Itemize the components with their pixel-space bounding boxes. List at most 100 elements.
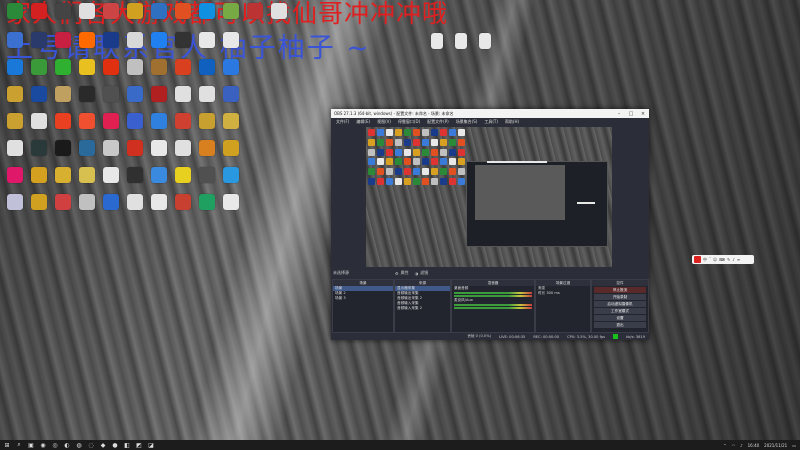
- desktop-app-icon[interactable]: [77, 59, 96, 75]
- desktop-app-icon[interactable]: [101, 32, 120, 48]
- desktop-app-icon[interactable]: [29, 86, 48, 102]
- desktop-app-icon[interactable]: [29, 167, 48, 183]
- desktop-app-icon[interactable]: [77, 113, 96, 129]
- desktop-app-icon[interactable]: [77, 3, 96, 19]
- desktop-app-icon[interactable]: [125, 167, 144, 183]
- taskbar-app-button[interactable]: ●: [110, 441, 120, 449]
- taskbar-app-button[interactable]: ◌: [86, 441, 96, 449]
- transition-duration[interactable]: 时长 300 ms: [536, 291, 590, 296]
- desktop-app-icon[interactable]: [149, 59, 168, 75]
- desktop-app-icon[interactable]: [53, 167, 72, 183]
- desktop-app-icon[interactable]: [5, 194, 24, 210]
- ime-toolbar-item[interactable]: ☺: [713, 257, 717, 262]
- desktop-app-icon[interactable]: [173, 32, 192, 48]
- obs-menu-item[interactable]: 文件(F): [336, 119, 349, 125]
- desktop-app-icon[interactable]: [53, 3, 72, 19]
- ime-toolbar-item[interactable]: ⌨: [719, 257, 725, 262]
- taskbar-app-button[interactable]: ◍: [74, 441, 84, 449]
- clock-time[interactable]: 16:40: [748, 443, 760, 448]
- desktop-app-icon[interactable]: [53, 140, 72, 156]
- desktop-app-icon[interactable]: [29, 59, 48, 75]
- obs-title-bar[interactable]: OBS 27.1.3 (64-bit, windows) - 配置文件: 未命名…: [331, 109, 649, 118]
- desktop-app-icon[interactable]: [5, 113, 24, 129]
- obs-menu-item[interactable]: 视图(V): [377, 119, 391, 125]
- desktop-app-icon[interactable]: [221, 194, 240, 210]
- desktop-app-icon[interactable]: [77, 32, 96, 48]
- source-item[interactable]: 音频输入采集 2: [395, 306, 450, 311]
- desktop-app-icon[interactable]: [197, 59, 216, 75]
- desktop-app-icon[interactable]: [5, 167, 24, 183]
- desktop-file-icon[interactable]: [451, 33, 470, 49]
- desktop-app-icon[interactable]: [125, 140, 144, 156]
- taskbar-app-button[interactable]: ◐: [62, 441, 72, 449]
- desktop-app-icon[interactable]: [101, 140, 120, 156]
- ime-toolbar-item[interactable]: ♪: [732, 257, 735, 262]
- desktop-app-icon[interactable]: [101, 3, 120, 19]
- desktop-app-icon[interactable]: [221, 167, 240, 183]
- properties-button[interactable]: 属性: [401, 270, 409, 276]
- desktop-app-icon[interactable]: [173, 194, 192, 210]
- desktop-app-icon[interactable]: [221, 32, 240, 48]
- close-icon[interactable]: ×: [637, 111, 649, 117]
- ime-toolbar-item[interactable]: 中: [703, 257, 707, 263]
- desktop-app-icon[interactable]: [197, 140, 216, 156]
- desktop-app-icon[interactable]: [197, 167, 216, 183]
- desktop-app-icon[interactable]: [29, 113, 48, 129]
- desktop-app-icon[interactable]: [149, 167, 168, 183]
- desktop-file-icon[interactable]: [427, 33, 446, 49]
- desktop-app-icon[interactable]: [197, 32, 216, 48]
- desktop-app-icon[interactable]: [101, 59, 120, 75]
- desktop-app-icon[interactable]: [5, 59, 24, 75]
- taskbar-app-button[interactable]: ◪: [146, 441, 156, 449]
- desktop-app-icon[interactable]: [29, 32, 48, 48]
- obs-window[interactable]: OBS 27.1.3 (64-bit, windows) - 配置文件: 未命名…: [331, 109, 649, 340]
- desktop-app-icon[interactable]: [5, 140, 24, 156]
- taskbar-app-button[interactable]: ◆: [98, 441, 108, 449]
- obs-preview[interactable]: [366, 127, 612, 267]
- desktop-app-icon[interactable]: [77, 194, 96, 210]
- desktop-app-icon[interactable]: [221, 113, 240, 129]
- maximize-icon[interactable]: □: [625, 111, 637, 117]
- desktop-app-icon[interactable]: [173, 3, 192, 19]
- desktop-app-icon[interactable]: [77, 140, 96, 156]
- desktop-app-icon[interactable]: [101, 167, 120, 183]
- studio-mode-button[interactable]: 工作室模式: [594, 308, 646, 314]
- desktop-app-icon[interactable]: [5, 32, 24, 48]
- desktop-app-icon[interactable]: [245, 3, 264, 19]
- desktop-app-icon[interactable]: [125, 194, 144, 210]
- desktop-app-icon[interactable]: [29, 194, 48, 210]
- desktop-app-icon[interactable]: [101, 194, 120, 210]
- desktop-app-icon[interactable]: [53, 113, 72, 129]
- desktop-app-icon[interactable]: [125, 86, 144, 102]
- taskbar-app-button[interactable]: ◎: [50, 441, 60, 449]
- desktop-app-icon[interactable]: [125, 3, 144, 19]
- obs-menu-item[interactable]: 停靠窗口(D): [398, 119, 420, 125]
- desktop-app-icon[interactable]: [53, 32, 72, 48]
- desktop-app-icon[interactable]: [197, 113, 216, 129]
- desktop-app-icon[interactable]: [173, 113, 192, 129]
- filter-icon[interactable]: ◑: [415, 271, 419, 276]
- desktop-app-icon[interactable]: [5, 3, 24, 19]
- desktop-app-icon[interactable]: [173, 86, 192, 102]
- network-icon[interactable]: ◠: [732, 443, 736, 448]
- ime-toolbar-item[interactable]: ✎: [727, 257, 730, 262]
- desktop-app-icon[interactable]: [269, 3, 288, 19]
- desktop-app-icon[interactable]: [77, 86, 96, 102]
- ime-toolbar-item[interactable]: ˇ: [709, 257, 711, 262]
- desktop-app-icon[interactable]: [29, 3, 48, 19]
- desktop-app-icon[interactable]: [197, 3, 216, 19]
- obs-menu-item[interactable]: 帮助(H): [505, 119, 519, 125]
- taskbar-app-button[interactable]: ▣: [26, 441, 36, 449]
- desktop-app-icon[interactable]: [221, 86, 240, 102]
- ime-floating-toolbar[interactable]: 中 ˇ ☺ ⌨ ✎ ♪ ≡: [692, 255, 754, 264]
- desktop-app-icon[interactable]: [125, 113, 144, 129]
- stop-streaming-button[interactable]: 停止推流: [594, 287, 646, 293]
- desktop-app-icon[interactable]: [221, 140, 240, 156]
- desktop-app-icon[interactable]: [149, 194, 168, 210]
- desktop-app-icon[interactable]: [149, 3, 168, 19]
- ime-toolbar-item[interactable]: ≡: [737, 257, 740, 262]
- scene-item[interactable]: 场景 3: [333, 296, 393, 301]
- desktop-app-icon[interactable]: [173, 140, 192, 156]
- desktop-app-icon[interactable]: [53, 194, 72, 210]
- start-recording-button[interactable]: 开始录制: [594, 294, 646, 300]
